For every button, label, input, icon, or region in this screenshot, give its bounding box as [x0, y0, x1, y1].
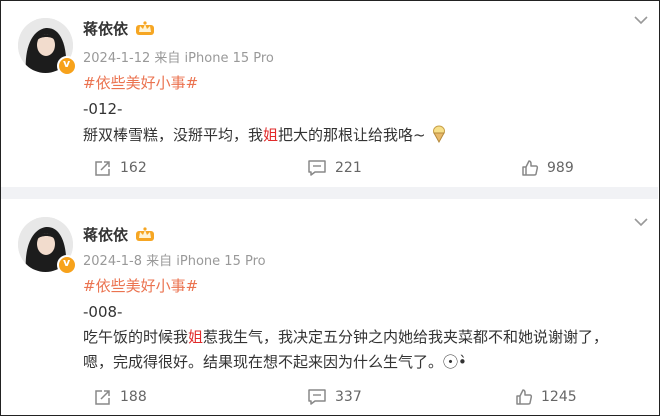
share-icon	[95, 161, 110, 176]
chevron-down-icon[interactable]	[634, 15, 648, 25]
post-text: 掰双棒雪糕，没掰平均，我姐把大的那根让给我咯~	[83, 123, 446, 148]
like-count: 1245	[541, 389, 577, 405]
post-text-part: 惹我生气，我决定五分钟之内她给我夹菜都不和她说谢谢了，	[203, 328, 609, 346]
post-text: 吃午饭的时候我姐惹我生气，我决定五分钟之内她给我夹菜都不和她说谢谢了，	[83, 325, 608, 350]
topic-link[interactable]: #依些美好小事#	[83, 71, 198, 96]
comment-button[interactable]: 221	[307, 159, 362, 177]
post-source: 来自 iPhone 15 Pro	[154, 51, 274, 66]
comment-button[interactable]: 337	[307, 388, 362, 406]
weibo-post: 蒋依依 2024-1-8 来自 iPhone 15 Pro #依些美好小事# -…	[1, 199, 658, 415]
repost-button[interactable]: 188	[94, 388, 147, 406]
post-number: -012-	[83, 100, 123, 118]
repost-count: 162	[120, 160, 147, 176]
like-button[interactable]: 989	[521, 159, 574, 177]
repost-count: 188	[120, 389, 147, 405]
topic-link[interactable]: #依些美好小事#	[83, 274, 198, 299]
crown-icon	[136, 21, 154, 35]
comment-icon	[308, 160, 326, 176]
verified-badge-icon	[57, 56, 77, 76]
author-name[interactable]: 蒋依依	[83, 224, 128, 245]
comment-count: 337	[335, 389, 362, 405]
post-source: 来自 iPhone 15 Pro	[146, 254, 266, 269]
repost-button[interactable]: 162	[94, 159, 147, 177]
post-text-part: 把大的那根让给我咯~	[278, 126, 426, 144]
post-number: -008-	[83, 303, 123, 321]
share-icon	[95, 390, 110, 405]
post-meta: 2024-1-8 来自 iPhone 15 Pro	[83, 250, 266, 269]
ice-cream-icon	[433, 125, 446, 143]
post-text-line2: 嗯，完成得很好。结果现在想不起来因为什么生气了。•⃝•̀	[83, 353, 467, 371]
comment-count: 221	[335, 160, 362, 176]
author-name[interactable]: 蒋依依	[83, 18, 128, 39]
post-date[interactable]: 2024-1-8	[83, 254, 142, 269]
post-text-part: 吃午饭的时候我	[83, 328, 189, 346]
thumbs-up-icon	[522, 160, 539, 176]
like-button[interactable]: 1245	[515, 388, 577, 406]
post-date[interactable]: 2024-1-12	[83, 51, 150, 66]
like-count: 989	[547, 160, 574, 176]
highlight-word: 姐	[188, 328, 204, 346]
verified-badge-icon	[57, 255, 77, 275]
post-text-part: 掰双棒雪糕，没掰平均，我	[83, 126, 264, 144]
crown-icon	[136, 227, 154, 241]
highlight-word: 姐	[263, 126, 279, 144]
weibo-post: 蒋依依 2024-1-12 来自 iPhone 15 Pro #依些美好小事# …	[1, 1, 658, 187]
thumbs-up-icon	[516, 389, 533, 405]
post-meta: 2024-1-12 来自 iPhone 15 Pro	[83, 47, 274, 66]
comment-icon	[308, 389, 326, 405]
post-separator	[1, 187, 658, 199]
chevron-down-icon[interactable]	[634, 217, 648, 227]
